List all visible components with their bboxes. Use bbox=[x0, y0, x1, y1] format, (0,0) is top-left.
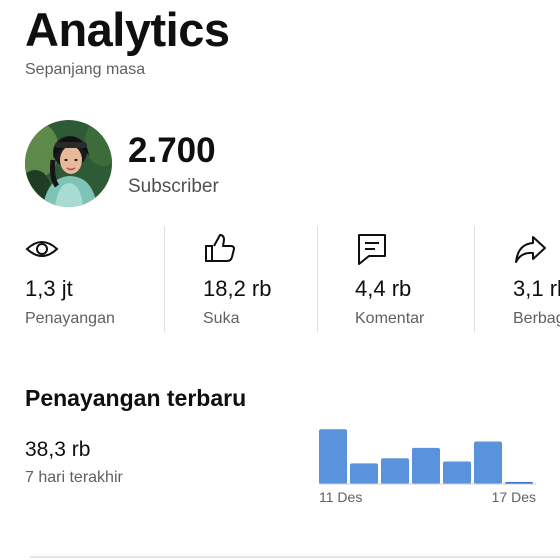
stat-likes-value: 18,2 rb bbox=[203, 276, 272, 301]
eye-icon bbox=[25, 241, 59, 257]
chart-bar bbox=[474, 441, 502, 484]
chart-bar bbox=[350, 463, 378, 484]
recent-views-title: Penayangan terbaru bbox=[25, 385, 247, 411]
avatar-image bbox=[25, 120, 112, 207]
stat-views[interactable]: 1,3 jt Penayangan bbox=[25, 226, 155, 332]
comment-icon bbox=[358, 234, 386, 265]
stat-comments-label: Komentar bbox=[355, 310, 425, 327]
recent-views-value: 38,3 rb bbox=[25, 438, 91, 461]
stat-shares-label: Berbagi bbox=[513, 310, 560, 327]
avatar[interactable] bbox=[25, 120, 112, 207]
stat-shares-value: 3,1 rb bbox=[513, 276, 560, 301]
stat-likes[interactable]: 18,2 rb Suka bbox=[203, 226, 313, 332]
stat-comments[interactable]: 4,4 rb Komentar bbox=[355, 226, 470, 332]
stat-views-label: Penayangan bbox=[25, 310, 115, 327]
stat-divider bbox=[317, 226, 318, 332]
subscriber-label: Subscriber bbox=[128, 176, 219, 197]
chart-bar bbox=[381, 458, 409, 484]
thumbs-up-icon bbox=[205, 234, 235, 262]
recent-views-chart[interactable]: 11 Des 17 Des bbox=[310, 420, 545, 515]
stat-shares[interactable]: 3,1 rb Berbagi bbox=[513, 226, 560, 332]
chart-bar bbox=[319, 429, 347, 484]
subscriber-count: 2.700 bbox=[128, 131, 216, 170]
chart-x-tick-label: 11 Des bbox=[319, 489, 362, 505]
chart-bar bbox=[412, 447, 440, 484]
chart-bar bbox=[443, 461, 471, 484]
stats-row: 1,3 jt Penayangan 18,2 rb Suka 4,4 rb Ko… bbox=[0, 226, 560, 332]
stat-comments-value: 4,4 rb bbox=[355, 276, 412, 301]
stat-divider bbox=[164, 226, 165, 332]
share-icon bbox=[515, 236, 546, 263]
stat-likes-label: Suka bbox=[203, 310, 240, 327]
bottom-divider bbox=[30, 556, 560, 558]
page-subtitle: Sepanjang masa bbox=[25, 61, 146, 78]
page-title: Analytics bbox=[25, 3, 230, 56]
stat-divider bbox=[474, 226, 475, 332]
stat-views-value: 1,3 jt bbox=[25, 276, 73, 301]
recent-views-period: 7 hari terakhir bbox=[25, 469, 123, 486]
chart-x-tick-label: 17 Des bbox=[492, 489, 536, 505]
